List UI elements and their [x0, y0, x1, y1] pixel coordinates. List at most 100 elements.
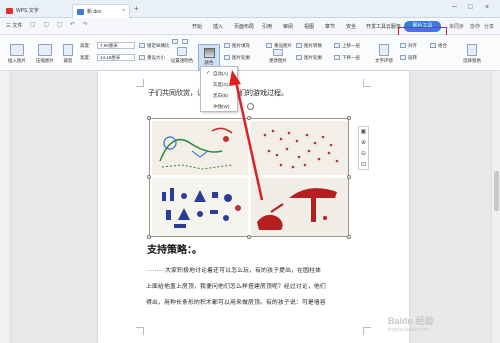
picture-outline2-label: 图片轮廓	[304, 55, 322, 60]
outline-icon	[296, 55, 302, 61]
maximize-icon[interactable]: □	[468, 4, 472, 11]
select-pane-button[interactable]: 选择窗格	[458, 44, 486, 64]
compress-picture-button[interactable]: 压缩图片	[32, 44, 58, 64]
contrast-up-button[interactable]	[172, 39, 180, 45]
insert-picture-button[interactable]: 插入图片	[4, 44, 30, 64]
picture-effect-button[interactable]: 图片轮廓	[224, 55, 250, 61]
reset-size-button[interactable]: 重设大小	[139, 55, 165, 61]
paragraph-line[interactable]: 得出，用种长条形的积木都可以用来做房顶。有的孩子说：可是墙容	[146, 297, 326, 306]
send-backward-button[interactable]: 下移一层	[334, 55, 360, 61]
resize-handle[interactable]	[147, 235, 151, 239]
picture-fill-button[interactable]: 图片填充	[224, 43, 250, 49]
crop-mark	[363, 79, 371, 87]
rotate-icon	[400, 55, 406, 61]
paragraph-line[interactable]: ·········大家积极地讨论着还可以怎么玩，有的孩子提出，在圆柱体	[146, 265, 321, 274]
collab-button[interactable]: 协作	[470, 23, 480, 30]
color-dropdown-menu: ✓ 自动(A) 灰度(G) 黑白(B) 冲蚀(W)	[200, 66, 238, 112]
resize-handle[interactable]	[347, 235, 351, 239]
document-icon	[77, 9, 84, 15]
lock-ratio-checkbox[interactable]: 锁定纵横比	[139, 43, 170, 49]
wrap-text-button[interactable]: 文字环绕	[372, 44, 396, 64]
contrast-up-icon	[172, 39, 178, 45]
resize-handle[interactable]	[347, 116, 351, 120]
kids-drawing-photo	[152, 121, 248, 175]
change-picture-icon	[273, 49, 283, 56]
sync-status[interactable]: 未同步	[449, 23, 464, 30]
color-option-black-white[interactable]: 黑白(B)	[203, 91, 237, 100]
close-window-icon[interactable]: ×	[485, 4, 489, 11]
menu-home[interactable]: 开始	[192, 23, 202, 30]
layout-options-icon[interactable]: ▣	[359, 127, 368, 138]
photo-collage[interactable]	[149, 118, 349, 237]
menu-review[interactable]: 审阅	[283, 23, 293, 30]
shapes-drawing-photo	[152, 178, 248, 236]
send-backward-icon	[334, 55, 340, 61]
file-menu[interactable]: 三 文件	[6, 22, 22, 29]
mushroom-drawing-photo	[251, 178, 348, 236]
align-label: 对齐	[408, 43, 417, 48]
color-option-label: 自动(A)	[213, 71, 228, 76]
align-button[interactable]: 对齐	[400, 43, 417, 49]
resize-handle[interactable]	[247, 116, 251, 120]
rotate-label: 旋转	[408, 55, 417, 60]
document-tab[interactable]: 新.doc ×	[72, 4, 130, 18]
color-option-grayscale[interactable]: 灰度(G)	[203, 80, 237, 89]
picture-outline2-button[interactable]: 图片轮廓	[296, 55, 322, 61]
section-heading[interactable]: 支持策略：。	[147, 241, 202, 256]
align-icon	[400, 43, 406, 49]
set-transparent-label: 设置透明色	[170, 58, 194, 63]
mushroom-icon	[251, 178, 348, 236]
crop-button[interactable]: 裁剪	[60, 44, 76, 64]
app-tab[interactable]: WPS 文字	[2, 4, 58, 18]
bring-forward-icon	[334, 43, 340, 49]
set-transparent-button[interactable]: 设置透明色	[168, 47, 196, 64]
checkbox-icon	[139, 43, 145, 49]
resize-handle[interactable]	[347, 175, 351, 179]
resize-handle[interactable]	[247, 235, 251, 239]
scroll-thumb[interactable]	[494, 171, 499, 211]
crop-tool-icon[interactable]: ⊡	[359, 160, 368, 171]
picture-transform-button[interactable]: 图片转换	[296, 43, 322, 49]
width-label: 宽度:	[80, 55, 91, 60]
picture-effect-icon	[224, 55, 230, 61]
crop-mark	[136, 327, 144, 335]
height-field[interactable]: 7.99厘米	[97, 42, 135, 49]
menu-insert[interactable]: 插入	[213, 23, 223, 30]
paragraph-line[interactable]: 上面给他盖上房顶，我便问他们怎么样搭建房顶呢？经过讨论，他们	[146, 281, 326, 290]
change-picture-button[interactable]: 更改图片	[266, 49, 290, 64]
contrast-down-button[interactable]	[182, 39, 190, 45]
width-field[interactable]: 14.16厘米	[97, 54, 135, 61]
picture-toolbar: 插入图片 压缩图片 裁剪 高度: 7.99厘米 宽度: 14.16厘米 锁定纵横…	[0, 35, 500, 71]
app-tab-label: WPS 文字	[16, 8, 39, 14]
share-button[interactable]: 分享	[484, 23, 494, 30]
check-icon: ✓	[206, 70, 211, 76]
vertical-scrollbar[interactable]	[491, 71, 500, 343]
minimize-icon[interactable]: ─	[452, 4, 457, 11]
menu-view[interactable]: 视图	[304, 23, 314, 30]
transparent-color-icon	[177, 47, 187, 56]
tab-close-icon[interactable]: ×	[122, 8, 125, 14]
wrap-text-icon	[379, 44, 389, 56]
menu-page-layout[interactable]: 页面布局	[234, 23, 254, 30]
quick-access-icons[interactable]: ▢ ▢ ▢ ↶ ↷	[30, 21, 91, 28]
rotate-button[interactable]: 旋转	[400, 55, 417, 61]
menu-developer[interactable]: 开发工具	[366, 23, 386, 30]
menu-references[interactable]: 引用	[262, 23, 272, 30]
menu-section[interactable]: 章节	[325, 23, 335, 30]
resize-handle[interactable]	[147, 175, 151, 179]
zoom-out-icon[interactable]: ⊖	[359, 149, 368, 160]
color-icon	[203, 48, 215, 58]
resize-handle[interactable]	[147, 116, 151, 120]
color-option-washout[interactable]: 冲蚀(W)	[203, 102, 237, 111]
color-option-auto[interactable]: ✓ 自动(A)	[203, 69, 237, 78]
wps-logo-icon	[6, 8, 13, 14]
menu-security[interactable]: 安全	[346, 23, 356, 30]
compress-picture-label: 压缩图片	[36, 58, 54, 63]
bring-forward-button[interactable]: 上移一层	[334, 43, 360, 49]
bring-forward-label: 上移一层	[342, 43, 360, 48]
group-button[interactable]: 组合	[430, 43, 447, 49]
rotate-handle-icon[interactable]	[247, 103, 254, 110]
zoom-in-icon[interactable]: ⊕	[359, 138, 368, 149]
watermark-brand: Baidu 经验	[388, 316, 434, 326]
new-tab-icon[interactable]: +	[134, 4, 139, 13]
